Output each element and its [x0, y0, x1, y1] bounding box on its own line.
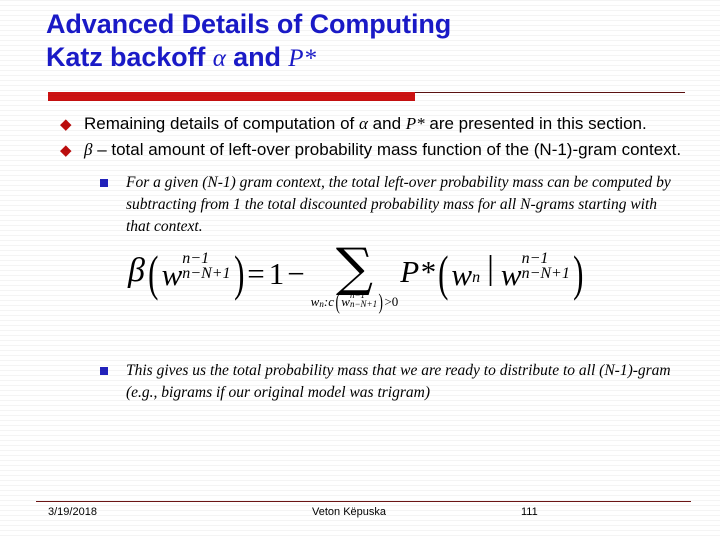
eq-rhs-w1: w	[451, 257, 473, 292]
divider-accent-bar	[48, 92, 415, 101]
eq-sum-gt: >	[384, 293, 392, 309]
footer-page-number: 111	[521, 506, 538, 518]
slide-footer: 3/19/2018 Veton Këpuska 111	[0, 506, 720, 526]
eq-sum-close-paren: )	[378, 289, 383, 315]
eq-rhs-close-paren: )	[573, 245, 584, 301]
eq-sum-w: w	[310, 293, 320, 309]
eq-lhs-subscript: n−N+1	[182, 265, 231, 282]
title-pstar-symbol: P*	[288, 45, 316, 72]
square-bullet-icon	[100, 367, 108, 375]
equation-expression: β ( w n−1 n−N+1 ) = 1 − ∑ w n: c(w n−1 n−N+1…	[128, 242, 587, 316]
eq-lhs-indices: n−1 n−N+1	[182, 250, 231, 282]
bullet-text-post: are presented in this section.	[424, 114, 647, 133]
eq-rhs-superscript: n−1	[521, 250, 549, 267]
eq-sum-inner-w: w	[341, 293, 350, 309]
eq-sum-w-sub: n	[319, 298, 324, 309]
diamond-bullet-icon: ◆	[60, 116, 72, 133]
bullet-item: ◆ β – total amount of left-over probabili…	[0, 138, 720, 162]
eq-sum-c: c	[328, 293, 334, 309]
sub-bullet-text: This gives us the total probability mass…	[126, 362, 671, 401]
eq-rhs-open-paren: (	[437, 245, 449, 301]
slide-body: ◆ Remaining details of computation of α a…	[0, 112, 720, 404]
diamond-bullet-icon: ◆	[60, 142, 72, 159]
footer-author: Veton Këpuska	[312, 506, 387, 518]
eq-open-paren: (	[148, 245, 159, 301]
eq-minus: −	[287, 256, 305, 291]
eq-sum-condition: w n: c(w n−1 n−N+1) >0	[310, 289, 399, 315]
eq-sum-inner-indices: n−1 n−N+1	[350, 291, 377, 309]
eq-rhs-indices: n−1 n−N+1	[521, 250, 570, 282]
eq-sum-sigma: ∑	[335, 238, 374, 298]
eq-summation: ∑ w n: c(w n−1 n−N+1) >0	[310, 238, 399, 315]
eq-one: 1	[268, 256, 285, 291]
title-divider	[0, 91, 720, 103]
eq-rhs-w2: w	[500, 257, 522, 292]
eq-close-paren: )	[233, 245, 245, 301]
bullet-item: ◆ Remaining details of computation of α a…	[0, 112, 720, 136]
eq-sum-inner-sub: n−N+1	[349, 299, 378, 309]
page-title: Advanced Details of Computing Katz backo…	[46, 8, 696, 75]
eq-pstar: P*	[400, 254, 435, 289]
footer-date: 3/19/2018	[48, 506, 97, 518]
title-line-1: Advanced Details of Computing	[46, 9, 452, 39]
eq-lhs-w: w	[161, 257, 183, 292]
eq-beta: β	[128, 252, 145, 289]
eq-conditional-bar: |	[487, 250, 494, 287]
pstar-symbol: P*	[405, 114, 425, 133]
bullet-text-mid: and	[367, 114, 406, 133]
sub-bullet-text: For a given (N-1) gram context, the tota…	[126, 174, 671, 235]
eq-sum-open-paren: (	[335, 289, 340, 315]
eq-rhs-w1-sub: n	[472, 269, 481, 286]
bullet-text: – total amount of left-over probability …	[92, 140, 682, 159]
title-alpha-symbol: α	[212, 45, 226, 72]
sub-bullet-item: This gives us the total probability mass…	[0, 360, 720, 404]
alpha-symbol: α	[359, 114, 368, 133]
footer-divider	[36, 501, 691, 502]
eq-lhs-superscript: n−1	[182, 250, 210, 267]
square-bullet-icon	[100, 179, 108, 187]
eq-sum-zero: 0	[391, 293, 399, 309]
eq-rhs-subscript: n−N+1	[521, 265, 570, 282]
title-line-2-and: and	[225, 42, 289, 72]
slide-canvas: Advanced Details of Computing Katz backo…	[0, 0, 720, 540]
sub-bullet-item: For a given (N-1) gram context, the tota…	[0, 172, 720, 238]
title-line-2: Katz backoff α and P*	[46, 41, 696, 75]
eq-equals: =	[247, 256, 265, 291]
bullet-text: Remaining details of computation of	[84, 114, 359, 133]
title-line-2-text: Katz backoff	[46, 42, 213, 72]
equation-beta-backoff: β ( w n−1 n−N+1 ) = 1 − ∑ w n: c(w n−1 n−N+1…	[0, 242, 720, 348]
